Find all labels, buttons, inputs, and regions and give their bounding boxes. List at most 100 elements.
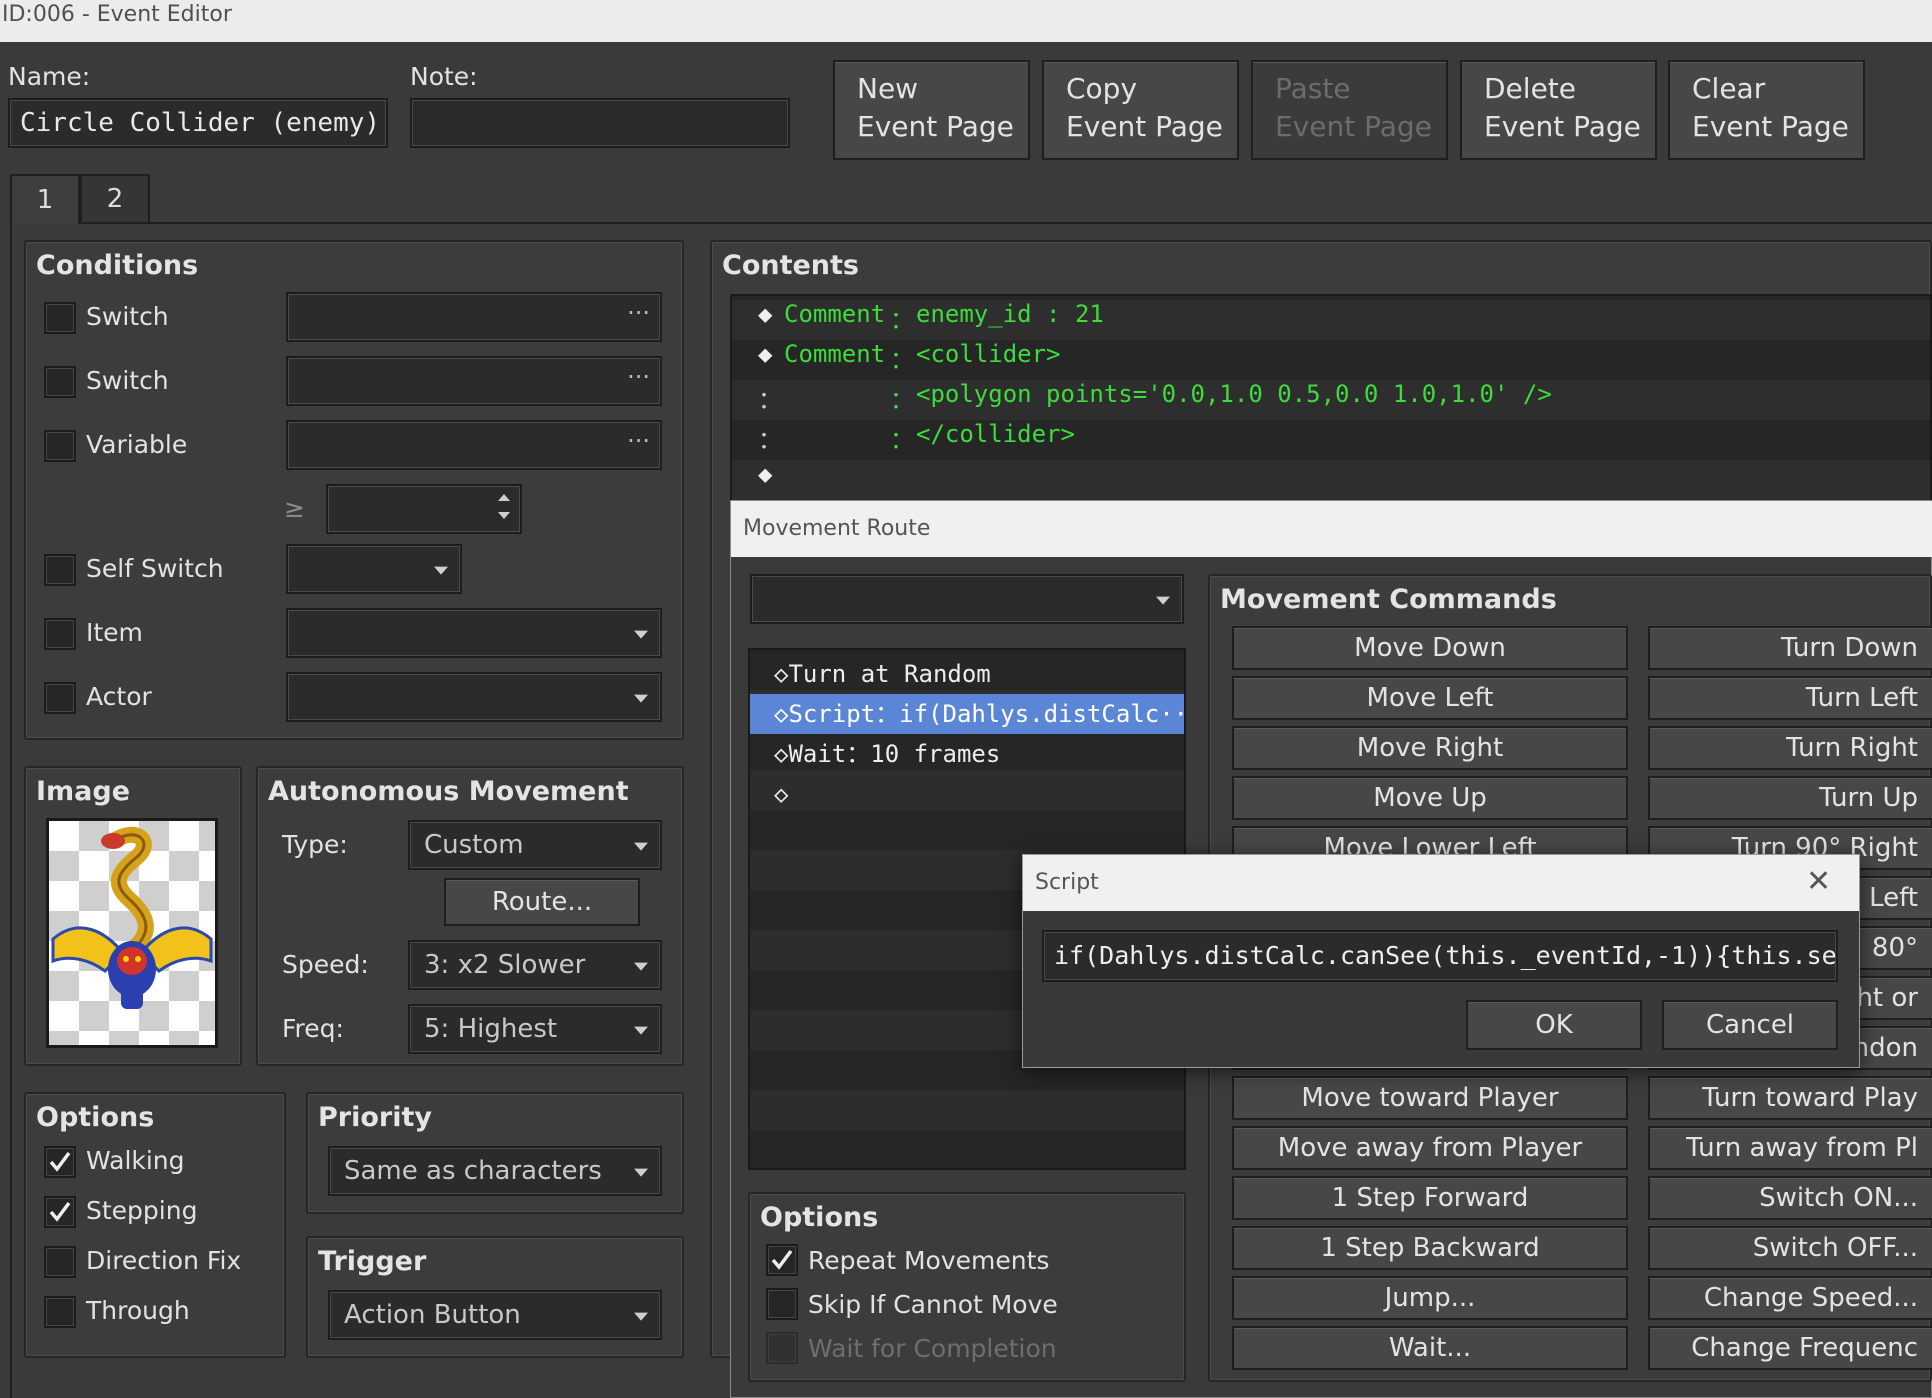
character-image[interactable] [46,818,218,1048]
turn-command-button[interactable]: Turn toward Play [1648,1076,1932,1120]
copy-event-page-button[interactable]: Copy Event Page [1042,60,1239,160]
check-icon [49,1201,71,1222]
turn-command-button[interactable]: Switch OFF... [1648,1226,1932,1270]
route-target-select[interactable] [750,574,1184,624]
type-select[interactable]: Custom [408,820,662,870]
list-item[interactable]: ◇Wait：10 frames [750,734,1184,774]
move-command-button[interactable]: Move Up [1232,776,1628,820]
move-command-button[interactable]: Move Down [1232,626,1628,670]
ok-button[interactable]: OK [1466,1000,1642,1050]
move-command-button[interactable]: Wait... [1232,1326,1628,1370]
turn-command-button[interactable]: Turn Left [1648,676,1932,720]
repeat-movements-checkbox[interactable] [766,1244,798,1276]
trigger-title: Trigger [318,1246,427,1277]
image-title: Image [36,776,131,807]
clear-event-page-button[interactable]: Clear Event Page [1668,60,1865,160]
self-switch-select[interactable] [286,544,462,594]
list-item-selected[interactable]: ◇Script：if(Dahlys.distCalc··· [750,694,1184,734]
priority-title: Priority [318,1102,432,1133]
variable-label: Variable [86,430,188,459]
trigger-select[interactable]: Action Button [328,1290,662,1340]
check-icon [49,1151,71,1172]
cancel-button[interactable]: Cancel [1662,1000,1838,1050]
spinner-down-icon[interactable] [498,512,510,519]
conditions-title: Conditions [36,250,199,281]
chevron-down-icon [634,842,648,851]
switch-1-checkbox[interactable] [44,302,76,334]
move-command-button[interactable]: Move away from Player [1232,1126,1628,1170]
actor-select[interactable] [286,672,662,722]
walking-label: Walking [86,1146,185,1175]
through-checkbox[interactable] [44,1296,76,1328]
move-command-button[interactable]: Move toward Player [1232,1076,1628,1120]
priority-select[interactable]: Same as characters [328,1146,662,1196]
move-command-button[interactable]: Move Right [1232,726,1628,770]
freq-select[interactable]: 5: Highest [408,1004,662,1054]
list-item[interactable]: ◇ [750,774,1184,814]
direction-fix-checkbox[interactable] [44,1246,76,1278]
switch-1-select[interactable]: ··· [286,292,662,342]
paste-event-page-button[interactable]: Paste Event Page [1251,60,1448,160]
chevron-down-icon [634,1168,648,1177]
switch-2-checkbox[interactable] [44,366,76,398]
check-icon [771,1249,793,1270]
list-item[interactable]: ◇Turn at Random [750,654,1184,694]
gte-symbol: ≥ [284,494,305,523]
window-title: ID:006 - Event Editor [0,0,1932,42]
move-command-button[interactable]: Move Left [1232,676,1628,720]
contents-list[interactable]: ◆ Comment： enemy_id : 21 ◆ Comment： <collide… [730,294,1932,504]
variable-select[interactable]: ··· [286,420,662,470]
self-switch-checkbox[interactable] [44,554,76,586]
move-command-button[interactable]: Jump... [1232,1276,1628,1320]
script-dialog-title: Script [1023,855,1859,911]
list-item[interactable]: ：： </collider> [732,420,1930,460]
switch-2-select[interactable]: ··· [286,356,662,406]
name-label: Name: [8,62,91,91]
item-checkbox[interactable] [44,618,76,650]
stepping-checkbox[interactable] [44,1196,76,1228]
type-label: Type: [282,830,348,859]
contents-title: Contents [722,250,860,281]
close-icon[interactable]: ✕ [1806,860,1831,904]
route-button[interactable]: Route... [444,878,640,926]
chevron-down-icon [634,630,648,639]
item-label: Item [86,618,143,647]
move-command-button[interactable]: 1 Step Forward [1232,1176,1628,1220]
list-item[interactable]: ◆ Comment： <collider> [732,340,1930,380]
new-event-page-button[interactable]: New Event Page [833,60,1030,160]
spinner-up-icon[interactable] [498,494,510,501]
note-input[interactable] [410,98,790,148]
repeat-movements-label: Repeat Movements [808,1246,1050,1275]
script-input[interactable]: if(Dahlys.distCalc.canSee(this._eventId,… [1042,930,1838,982]
chevron-down-icon [434,566,448,575]
movement-commands-title: Movement Commands [1220,584,1557,615]
variable-value-spinner[interactable] [326,484,522,534]
chevron-down-icon [634,962,648,971]
actor-checkbox[interactable] [44,682,76,714]
tab-page-1[interactable]: 1 [10,174,80,224]
list-item[interactable]: ◆ [732,460,1930,500]
item-select[interactable] [286,608,662,658]
list-item[interactable]: ：： <polygon points='0.0,1.0 0.5,0.0 1.0,1… [732,380,1930,420]
move-command-button[interactable]: 1 Step Backward [1232,1226,1628,1270]
turn-command-button[interactable]: Turn away from Pl [1648,1126,1932,1170]
switch-1-label: Switch [86,302,169,331]
chevron-down-icon [1156,596,1170,605]
tab-page-2[interactable]: 2 [80,174,150,222]
skip-if-cannot-move-checkbox[interactable] [766,1288,798,1320]
turn-command-button[interactable]: Switch ON... [1648,1176,1932,1220]
turn-command-button[interactable]: Change Frequenc [1648,1326,1932,1370]
name-input[interactable]: Circle Collider (enemy) [8,98,388,148]
variable-checkbox[interactable] [44,430,76,462]
delete-event-page-button[interactable]: Delete Event Page [1460,60,1657,160]
turn-command-button[interactable]: Turn Up [1648,776,1932,820]
turn-command-button[interactable]: Change Speed... [1648,1276,1932,1320]
walking-checkbox[interactable] [44,1146,76,1178]
stepping-label: Stepping [86,1196,198,1225]
list-item[interactable]: ◆ Comment： enemy_id : 21 [732,300,1930,340]
switch-2-label: Switch [86,366,169,395]
turn-command-button[interactable]: Turn Down [1648,626,1932,670]
speed-select[interactable]: 3: x2 Slower [408,940,662,990]
turn-command-button[interactable]: Turn Right [1648,726,1932,770]
wait-for-completion-checkbox[interactable] [766,1332,798,1364]
